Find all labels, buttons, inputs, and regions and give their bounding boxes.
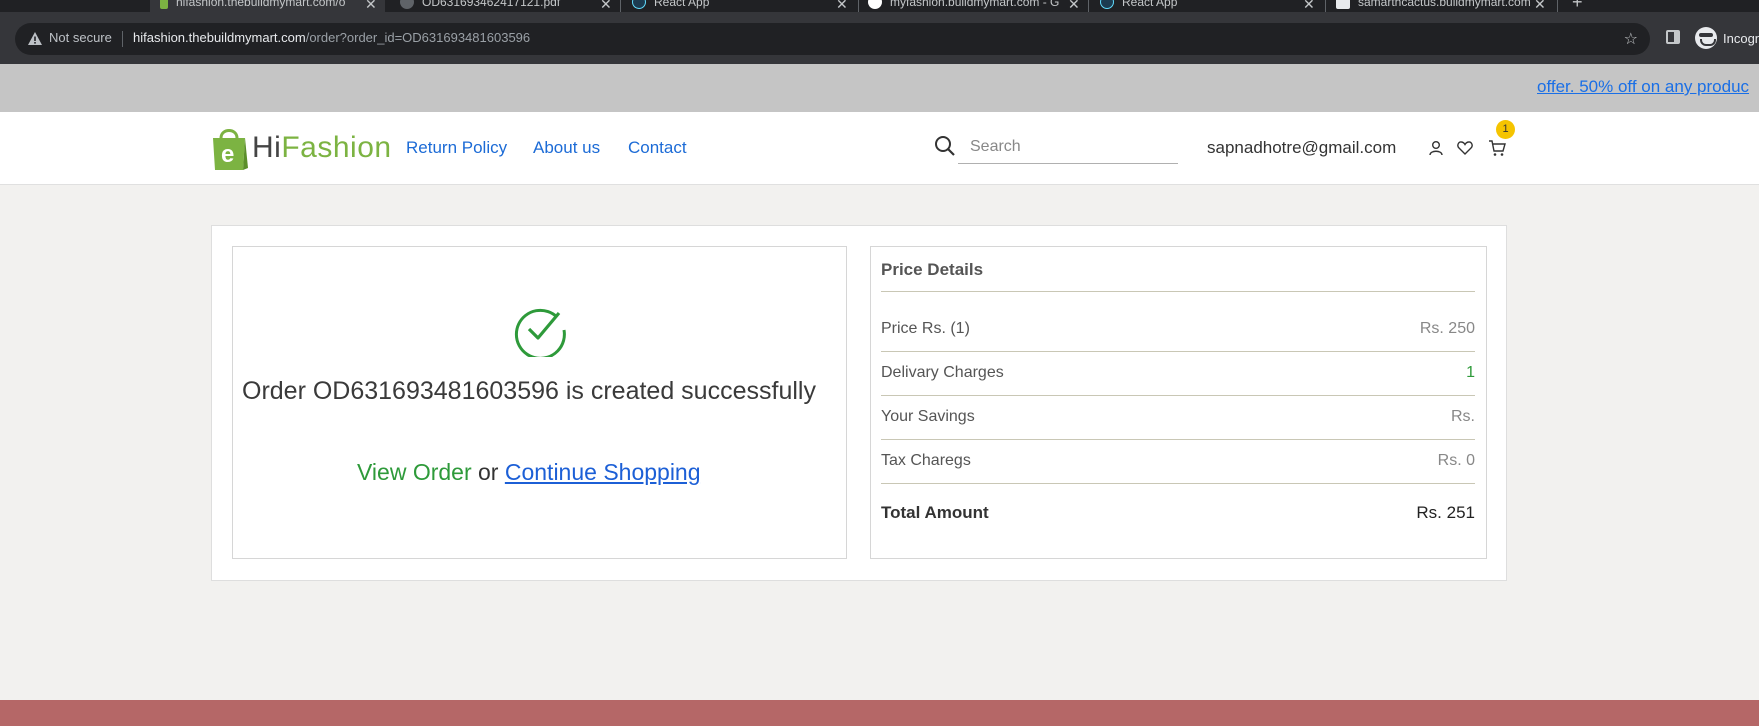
cart-count-badge: 1 <box>1496 120 1515 139</box>
tab-title: React App <box>654 0 710 9</box>
browser-tab[interactable]: React App ✕ <box>1098 0 1323 12</box>
tab-separator <box>1325 0 1326 12</box>
close-tab-icon[interactable]: ✕ <box>1303 0 1315 12</box>
browser-tab-strip: hifashion.thebuildmymart.com/o ✕ OD63169… <box>0 0 1759 12</box>
new-tab-button[interactable]: + <box>1572 0 1583 12</box>
nav-contact[interactable]: Contact <box>628 138 687 158</box>
bookmark-star-icon[interactable]: ☆ <box>1624 29 1638 48</box>
search-input[interactable] <box>958 130 1178 164</box>
price-details-title: Price Details <box>881 260 984 279</box>
browser-tab[interactable]: samarthcactus.buildmymart.com ✕ <box>1334 0 1559 12</box>
divider <box>881 439 1475 440</box>
price-row-value: Rs. <box>1451 408 1475 425</box>
incognito-icon <box>1695 27 1717 49</box>
user-email[interactable]: sapnadhotre@gmail.com <box>1207 138 1396 158</box>
tab-separator <box>1557 0 1558 12</box>
price-row-value: 1 <box>1466 364 1475 381</box>
cart-icon[interactable] <box>1488 139 1506 157</box>
tab-favicon-icon <box>160 0 168 9</box>
tab-title: hifashion.thebuildmymart.com/o <box>176 0 346 9</box>
close-tab-icon[interactable]: ✕ <box>600 0 612 12</box>
price-row-label: Delivary Charges <box>881 364 1004 381</box>
divider <box>881 351 1475 352</box>
divider <box>881 395 1475 396</box>
price-row-label: Your Savings <box>881 408 975 425</box>
user-icon[interactable] <box>1427 139 1445 157</box>
incognito-label: Incogn <box>1723 30 1759 46</box>
tab-title: OD631693462417121.pdf <box>422 0 561 9</box>
url-host: hifashion.thebuildmymart.com <box>133 30 306 45</box>
price-row-label: Price Rs. (1) <box>881 320 970 337</box>
heart-icon[interactable] <box>1456 139 1474 157</box>
tab-separator <box>858 0 859 12</box>
logo-fashion: Fashion <box>281 131 392 164</box>
svg-text:e: e <box>221 141 234 168</box>
close-tab-icon[interactable]: ✕ <box>836 0 848 12</box>
browser-tab[interactable]: myfashion.buildmymart.com - G ✕ <box>866 0 1086 12</box>
close-tab-icon[interactable]: ✕ <box>1534 0 1546 12</box>
footer <box>0 700 1759 726</box>
tab-title: samarthcactus.buildmymart.com <box>1358 0 1531 9</box>
price-row-label: Tax Charegs <box>881 452 971 469</box>
react-favicon-icon <box>1100 0 1114 9</box>
google-favicon-icon <box>868 0 882 9</box>
security-status[interactable]: Not secure <box>49 30 112 45</box>
nav-return-policy[interactable]: Return Policy <box>406 138 507 158</box>
browser-tab[interactable]: OD631693462417121.pdf ✕ <box>395 0 620 12</box>
order-actions: View Order or Continue Shopping <box>357 459 701 486</box>
logo-hi: Hi <box>252 131 282 164</box>
tab-favicon-icon <box>400 0 414 9</box>
close-tab-icon[interactable]: ✕ <box>365 0 377 12</box>
search-icon[interactable] <box>934 135 956 157</box>
site-header: e HiFashion Return Policy About us Conta… <box>0 112 1759 185</box>
side-panel-icon[interactable] <box>1666 30 1680 44</box>
price-row-value: Rs. 250 <box>1419 320 1475 337</box>
tab-favicon-icon <box>1336 0 1350 9</box>
react-favicon-icon <box>632 0 646 9</box>
or-text: or <box>478 459 499 485</box>
promo-banner: offer. 50% off on any produc <box>0 64 1759 112</box>
shopping-bag-logo-icon: e <box>213 129 248 170</box>
continue-shopping-link[interactable]: Continue Shopping <box>505 459 701 485</box>
price-row-value: Rs. 0 <box>1437 452 1475 469</box>
view-order-link[interactable]: View Order <box>357 459 472 485</box>
divider <box>881 483 1475 484</box>
promo-link[interactable]: offer. 50% off on any produc <box>1537 77 1749 97</box>
plus-icon: + <box>1572 0 1583 12</box>
tab-separator <box>620 0 621 12</box>
tab-separator <box>1088 0 1089 12</box>
url-path: /order?order_id=OD631693481603596 <box>305 30 531 45</box>
incognito-profile-button[interactable]: Incogn <box>1695 27 1759 49</box>
browser-tab[interactable]: hifashion.thebuildmymart.com/o ✕ <box>150 0 385 12</box>
url-text[interactable]: hifashion.thebuildmymart.com/order?order… <box>133 30 530 45</box>
nav-about-us[interactable]: About us <box>533 138 600 158</box>
address-bar[interactable]: Not secure hifashion.thebuildmymart.com/… <box>15 23 1650 55</box>
total-value: Rs. 251 <box>1416 503 1475 522</box>
tab-title: myfashion.buildmymart.com - G <box>890 0 1060 9</box>
warning-icon[interactable] <box>27 31 43 47</box>
browser-toolbar: Not secure hifashion.thebuildmymart.com/… <box>0 12 1759 64</box>
order-success-message: Order OD631693481603596 is created succe… <box>242 377 816 405</box>
hifashion-logo[interactable]: e HiFashion <box>210 124 392 172</box>
divider <box>881 291 1475 292</box>
divider <box>122 31 123 47</box>
browser-tab[interactable]: React App ✕ <box>630 0 855 12</box>
tab-title: React App <box>1122 0 1178 9</box>
success-check-icon <box>514 308 566 357</box>
close-tab-icon[interactable]: ✕ <box>1068 0 1080 12</box>
total-label: Total Amount <box>881 503 989 522</box>
